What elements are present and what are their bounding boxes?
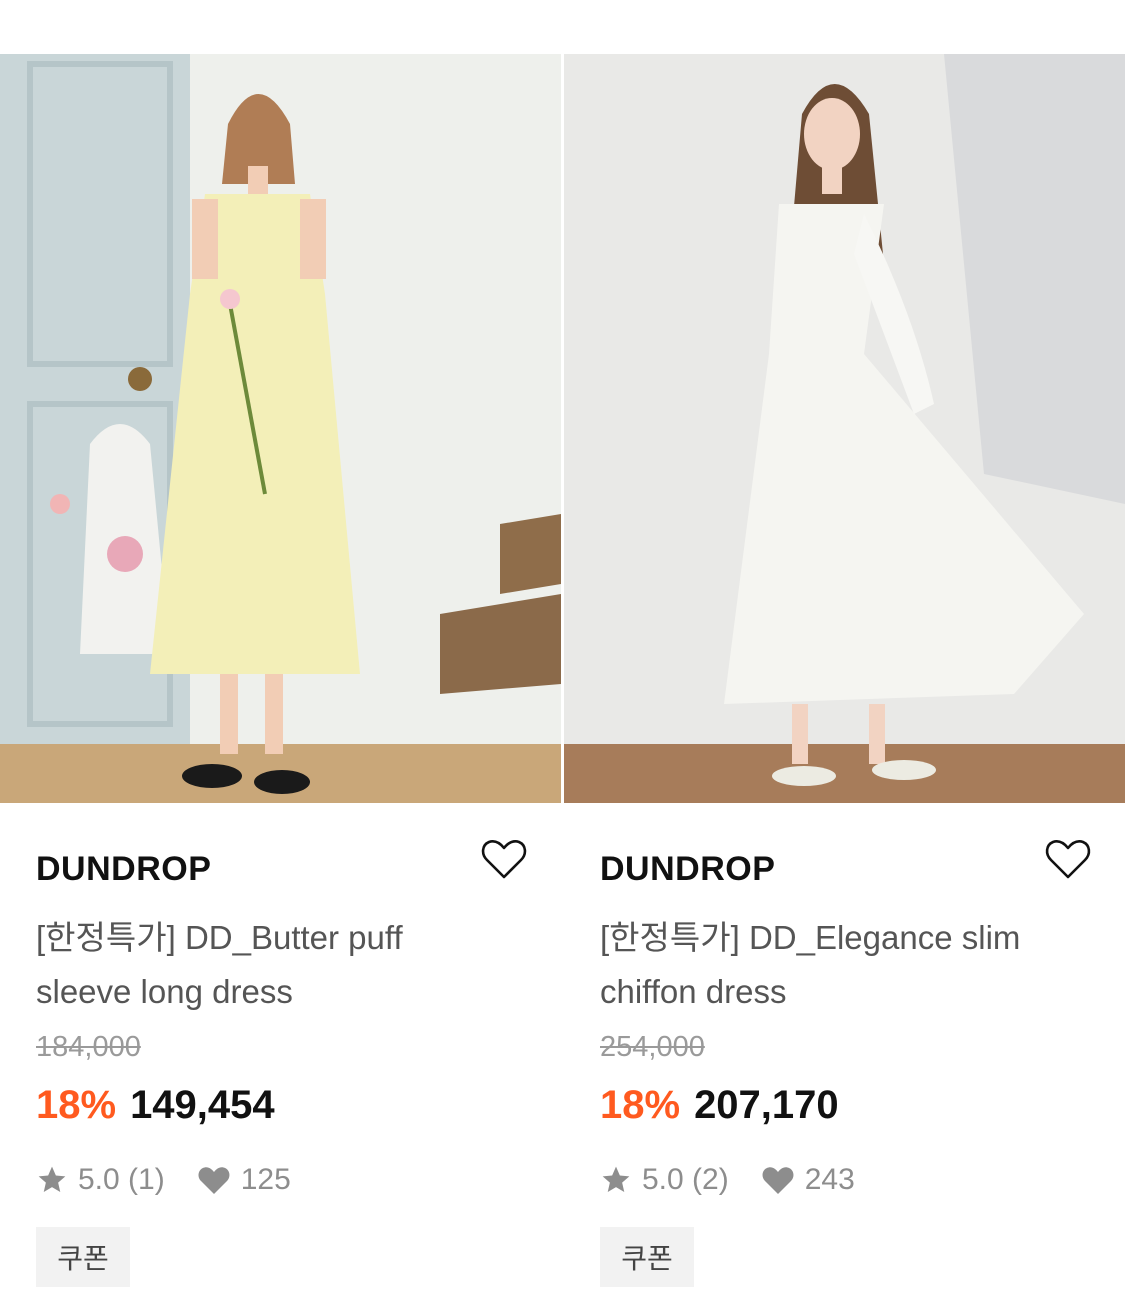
star-icon bbox=[602, 1166, 630, 1192]
rating-text: 5.0 (1) bbox=[78, 1163, 165, 1196]
brand-name[interactable]: DUNDROP bbox=[36, 850, 211, 889]
discount-rate: 18% bbox=[36, 1083, 117, 1127]
likes-count: 243 bbox=[804, 1163, 855, 1196]
product-card[interactable]: DUNDROP [한정특가] DD_Elegance slim chiffon … bbox=[564, 54, 1125, 1294]
brand-name[interactable]: DUNDROP bbox=[600, 850, 775, 889]
wishlist-heart-icon[interactable] bbox=[480, 835, 528, 883]
discount-rate: 18% bbox=[600, 1083, 681, 1127]
product-image[interactable] bbox=[0, 54, 561, 803]
likes-count: 125 bbox=[240, 1163, 291, 1196]
sale-price: 149,454 bbox=[130, 1083, 275, 1127]
coupon-badge: 쿠폰 bbox=[600, 1227, 694, 1287]
sale-price: 207,170 bbox=[694, 1083, 839, 1127]
price-row: 18% 149,454 bbox=[36, 1083, 275, 1128]
rating-text: 5.0 (2) bbox=[642, 1163, 729, 1196]
likes-heart-icon bbox=[762, 1167, 794, 1194]
likes-heart-icon bbox=[198, 1167, 230, 1194]
review-meta: 5.0 (2) 243 bbox=[600, 1163, 855, 1197]
product-image[interactable] bbox=[564, 54, 1125, 803]
price-row: 18% 207,170 bbox=[600, 1083, 839, 1128]
review-meta: 5.0 (1) 125 bbox=[36, 1163, 291, 1197]
product-title[interactable]: [한정특가] DD_Butter puff sleeve long dress bbox=[36, 911, 506, 1019]
original-price: 254,000 bbox=[600, 1031, 705, 1063]
star-icon bbox=[38, 1166, 66, 1192]
product-card[interactable]: DUNDROP [한정특가] DD_Butter puff sleeve lon… bbox=[0, 54, 561, 1294]
wishlist-heart-icon[interactable] bbox=[1044, 835, 1092, 883]
original-price: 184,000 bbox=[36, 1031, 141, 1063]
coupon-badge: 쿠폰 bbox=[36, 1227, 130, 1287]
product-title[interactable]: [한정특가] DD_Elegance slim chiffon dress bbox=[600, 911, 1070, 1019]
